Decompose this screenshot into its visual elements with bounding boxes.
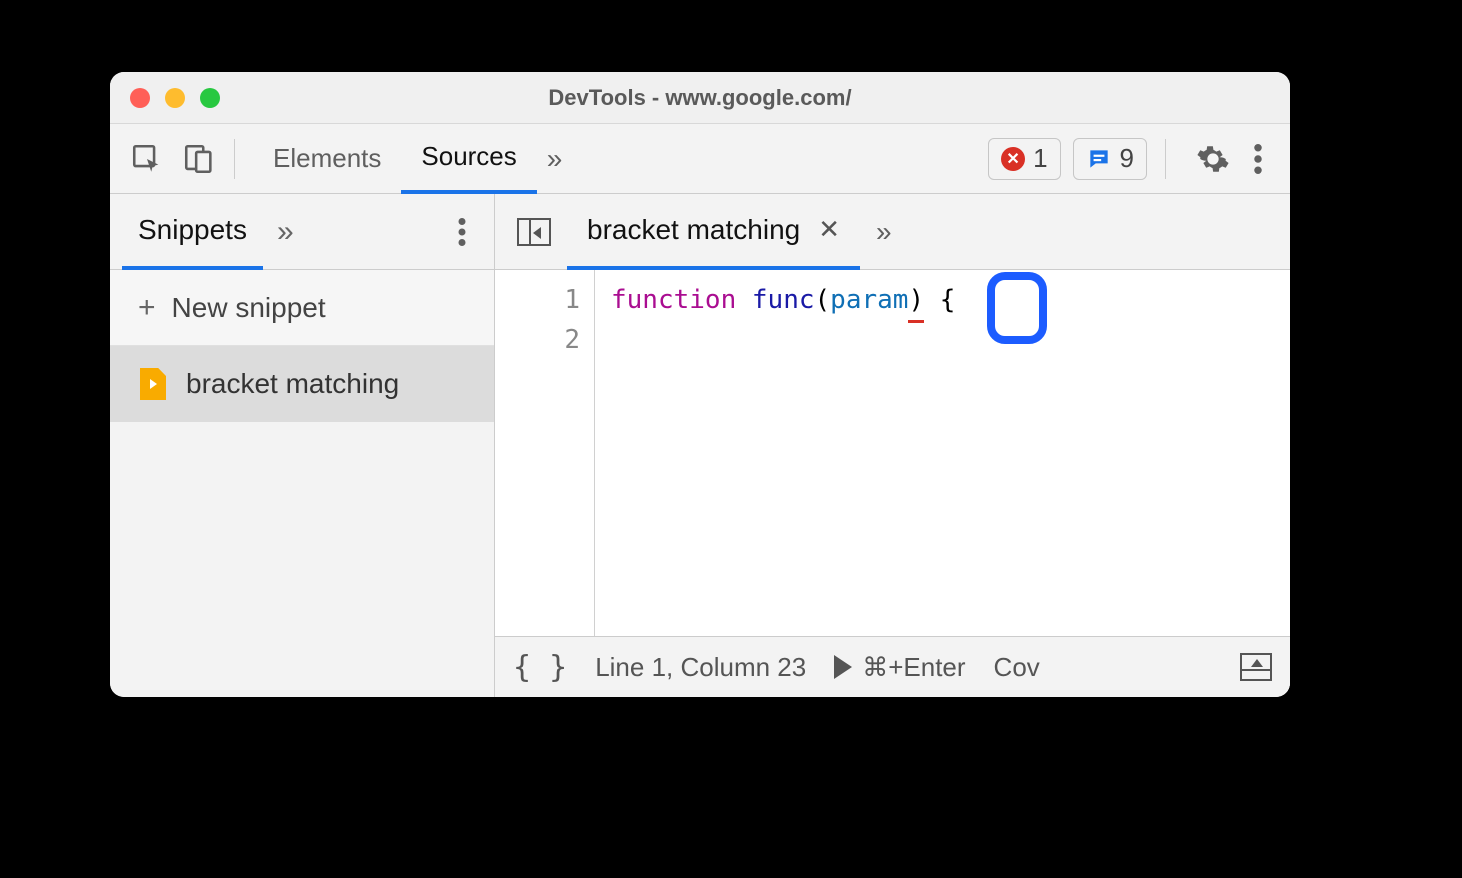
coverage-label[interactable]: Cov <box>994 652 1040 683</box>
error-count: 1 <box>1033 143 1047 174</box>
error-badge[interactable]: ✕ 1 <box>988 138 1060 180</box>
annotation-highlight-ring <box>987 272 1047 344</box>
error-circle-icon: ✕ <box>1001 147 1025 171</box>
info-count: 9 <box>1120 143 1134 174</box>
window-title: DevTools - www.google.com/ <box>110 85 1290 111</box>
cursor-position: Line 1, Column 23 <box>595 652 806 683</box>
sidebar-tabs: Snippets » <box>110 194 494 270</box>
device-toggle-icon[interactable] <box>182 142 216 176</box>
toolbar-left <box>130 142 216 176</box>
more-tabs-icon[interactable]: » <box>537 143 573 175</box>
separator <box>234 139 235 179</box>
tab-sources[interactable]: Sources <box>401 124 536 194</box>
main-toolbar: Elements Sources » ✕ 1 9 <box>110 124 1290 194</box>
editor-pane: bracket matching ✕ » 1 2 function func(p… <box>495 194 1290 697</box>
traffic-lights <box>130 88 220 108</box>
console-badges: ✕ 1 9 <box>988 138 1147 180</box>
editor-tab-label: bracket matching <box>587 214 800 246</box>
snippet-item-label: bracket matching <box>186 368 399 400</box>
sidebar-tab-snippets[interactable]: Snippets <box>122 194 263 270</box>
plus-icon: + <box>138 291 156 325</box>
editor-more-tabs-icon[interactable]: » <box>866 216 902 248</box>
token-keyword: function <box>611 285 736 315</box>
settings-gear-icon[interactable] <box>1184 142 1242 176</box>
token-paren: ( <box>815 285 831 315</box>
status-bar: { } Line 1, Column 23 ⌘+Enter Cov <box>495 637 1290 697</box>
snippet-file-icon <box>140 368 166 400</box>
info-badge[interactable]: 9 <box>1073 138 1147 180</box>
token-brace: { <box>940 285 956 315</box>
inspect-element-icon[interactable] <box>130 142 164 176</box>
snippet-item-bracket-matching[interactable]: bracket matching <box>110 346 494 422</box>
tab-elements[interactable]: Elements <box>253 124 401 194</box>
run-shortcut-label: ⌘+Enter <box>862 652 965 683</box>
sidebar: Snippets » + New snippet bracket matchin… <box>110 194 495 697</box>
more-menu-icon[interactable] <box>1242 144 1274 174</box>
sidebar-more-tabs-icon[interactable]: » <box>263 215 308 249</box>
line-number: 2 <box>495 320 580 360</box>
titlebar: DevTools - www.google.com/ <box>110 72 1290 124</box>
code-editor[interactable]: 1 2 function func(param) { <box>495 270 1290 637</box>
pretty-print-icon[interactable]: { } <box>513 650 567 685</box>
main-split: Snippets » + New snippet bracket matchin… <box>110 194 1290 697</box>
run-snippet-button[interactable]: ⌘+Enter <box>834 652 965 683</box>
zoom-icon[interactable] <box>200 88 220 108</box>
editor-tabs: bracket matching ✕ » <box>495 194 1290 270</box>
devtools-window: DevTools - www.google.com/ Elements Sour… <box>110 72 1290 697</box>
close-tab-icon[interactable]: ✕ <box>818 214 840 245</box>
new-snippet-label: New snippet <box>172 292 326 324</box>
line-number: 1 <box>495 280 580 320</box>
token-param: param <box>830 285 908 315</box>
new-snippet-button[interactable]: + New snippet <box>110 270 494 346</box>
token-paren: ) <box>908 280 924 323</box>
separator <box>1165 139 1166 179</box>
minimize-icon[interactable] <box>165 88 185 108</box>
drawer-toggle-icon[interactable] <box>1240 653 1272 681</box>
line-gutter: 1 2 <box>495 270 595 636</box>
navigator-toggle-icon[interactable] <box>517 218 551 246</box>
sidebar-menu-icon[interactable] <box>442 218 482 246</box>
token-function-name: func <box>752 285 815 315</box>
code-content[interactable]: function func(param) { <box>595 270 971 636</box>
close-icon[interactable] <box>130 88 150 108</box>
play-icon <box>834 655 852 679</box>
editor-tab-bracket-matching[interactable]: bracket matching ✕ <box>567 194 860 270</box>
message-icon <box>1086 146 1112 172</box>
